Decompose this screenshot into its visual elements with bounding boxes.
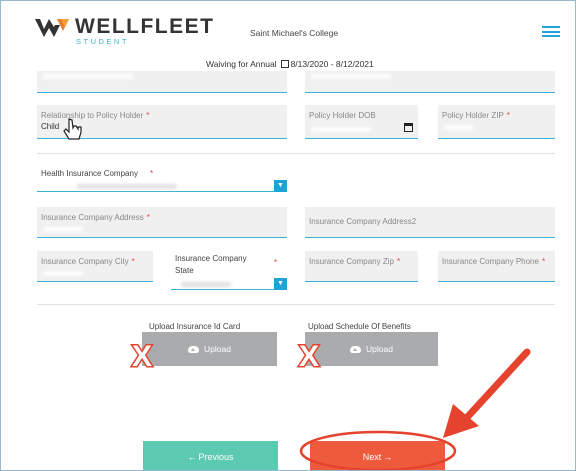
- insurance-company-select[interactable]: Health Insurance Company * ▼: [37, 169, 287, 195]
- top-bar: WELLFLEET STUDENT Saint Michael's Colleg…: [1, 1, 575, 49]
- company-address2-field[interactable]: Insurance Company Address2: [305, 207, 555, 238]
- upload-benefits-button[interactable]: Upload: [305, 332, 438, 366]
- company-state-required: *: [274, 258, 278, 267]
- waiver-period: Waiving for Annual 8/13/2020 - 8/12/2021: [206, 59, 374, 69]
- policy-zip-label: Policy Holder ZIP *: [442, 111, 510, 120]
- red-x-mark-left: X: [130, 339, 153, 375]
- company-state-select[interactable]: Insurance Company State * ▼: [171, 253, 287, 291]
- company-address-label: Insurance Company Address *: [41, 213, 150, 222]
- company-address-field[interactable]: Insurance Company Address *: [37, 207, 287, 238]
- upload-benefits-button-label: Upload: [366, 344, 393, 354]
- relationship-label: Relationship to Policy Holder *: [41, 111, 150, 120]
- relationship-field[interactable]: Relationship to Policy Holder * Child: [37, 105, 287, 140]
- wellfleet-logo-icon: [35, 19, 69, 37]
- section-divider: [37, 304, 555, 305]
- section-divider: [37, 153, 555, 154]
- college-name: Saint Michael's College: [250, 28, 339, 38]
- red-arrow-icon: [443, 348, 531, 438]
- company-city-field[interactable]: Insurance Company City *: [37, 251, 153, 282]
- company-state-value[interactable]: [171, 278, 274, 290]
- chevron-down-icon[interactable]: ▼: [274, 278, 287, 290]
- brand-name: WELLFLEET: [75, 15, 215, 38]
- company-phone-label: Insurance Company Phone *: [442, 257, 546, 266]
- company-zip-label: Insurance Company Zip *: [309, 257, 401, 266]
- red-x-mark-right: X: [297, 339, 320, 375]
- date-picker-icon[interactable]: [404, 123, 413, 132]
- previous-button[interactable]: ← Previous: [143, 441, 278, 470]
- field-scrolled-right[interactable]: [305, 71, 555, 93]
- relationship-value: Child: [41, 122, 60, 131]
- company-city-label: Insurance Company City *: [41, 257, 135, 266]
- policy-dob-label: Policy Holder DOB: [309, 111, 376, 120]
- upload-benefits-label: Upload Schedule Of Benefits: [308, 322, 411, 331]
- cloud-upload-icon: [350, 345, 362, 353]
- period-range: 8/13/2020 - 8/12/2021: [290, 59, 374, 69]
- policy-zip-field[interactable]: Policy Holder ZIP *: [438, 105, 555, 139]
- policy-dob-field[interactable]: Policy Holder DOB: [305, 105, 418, 139]
- calendar-icon: [280, 60, 289, 68]
- arrow-left-icon: ←: [187, 451, 197, 462]
- previous-button-label: Previous: [198, 451, 234, 462]
- company-phone-field[interactable]: Insurance Company Phone *: [438, 251, 555, 282]
- upload-id-card-button-label: Upload: [204, 344, 231, 354]
- page-frame: WELLFLEET STUDENT Saint Michael's Colleg…: [0, 0, 576, 471]
- upload-id-card-button[interactable]: Upload: [142, 332, 277, 366]
- cloud-upload-icon: [188, 345, 200, 353]
- upload-id-card-label: Upload Insurance Id Card: [149, 322, 241, 331]
- insurance-company-label: Health Insurance Company *: [41, 169, 154, 178]
- company-zip-field[interactable]: Insurance Company Zip *: [305, 251, 418, 282]
- insurance-company-value[interactable]: [37, 180, 274, 192]
- hamburger-menu-icon[interactable]: [542, 26, 560, 38]
- company-state-label: Insurance Company State: [175, 254, 247, 275]
- company-address2-label: Insurance Company Address2: [309, 217, 417, 226]
- chevron-down-icon[interactable]: ▼: [274, 180, 287, 192]
- mouse-cursor-icon: [63, 118, 82, 140]
- period-prefix: Waiving for Annual: [206, 59, 277, 69]
- red-circle-highlight: [299, 430, 457, 470]
- brand-subtitle: STUDENT: [76, 37, 129, 46]
- field-scrolled-left[interactable]: [37, 71, 287, 93]
